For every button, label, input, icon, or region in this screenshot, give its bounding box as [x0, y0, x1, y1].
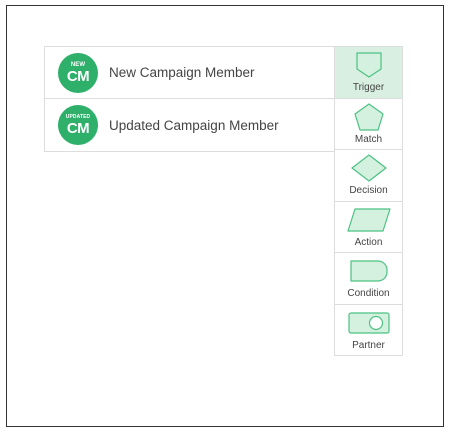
palette-tile-trigger[interactable]: Trigger [334, 46, 403, 98]
palette-tile-condition[interactable]: Condition [334, 252, 403, 304]
palette-tile-label: Condition [347, 288, 390, 299]
palette-tile-match[interactable]: Match [334, 97, 403, 149]
palette-tile-label: Match [354, 133, 383, 145]
palette-tile-label: Partner [352, 339, 385, 351]
badge-main-text: CM [66, 67, 90, 85]
trigger-item-label: Updated Campaign Member [109, 117, 279, 133]
palette-tile-decision[interactable]: Decision [334, 149, 403, 201]
trigger-item-label: New Campaign Member [109, 65, 255, 80]
palette-tile-label: Action [354, 236, 383, 248]
updated-cm-badge-icon: UPDATED CM [58, 105, 98, 145]
pentagon-icon [353, 102, 384, 131]
trigger-item-new-campaign-member[interactable]: NEW CM New Campaign Member [45, 47, 336, 99]
parallelogram-icon [346, 207, 391, 232]
palette-tile-partner[interactable]: Partner [334, 303, 403, 356]
trigger-shape-icon [355, 52, 382, 78]
rounded-tab-icon [349, 260, 388, 282]
palette-tile-label: Trigger [352, 82, 385, 93]
trigger-list: NEW CM New Campaign Member UPDATED CM Up… [44, 46, 336, 152]
shape-palette: Trigger Match Decision Action Condition … [334, 46, 403, 356]
badge-main-text: CM [66, 120, 90, 137]
palette-tile-action[interactable]: Action [334, 200, 403, 252]
diamond-icon [350, 154, 387, 182]
palette-tile-label: Decision [349, 185, 388, 196]
trigger-item-updated-campaign-member[interactable]: UPDATED CM Updated Campaign Member [45, 99, 336, 151]
toggle-shape-icon [347, 311, 390, 334]
new-cm-badge-icon: NEW CM [58, 52, 98, 93]
